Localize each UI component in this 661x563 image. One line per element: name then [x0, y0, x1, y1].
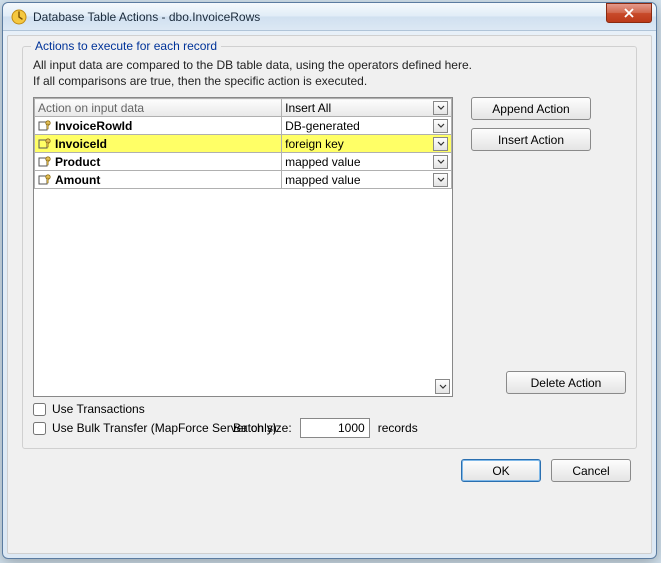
delete-action-button[interactable]: Delete Action	[506, 371, 626, 394]
chevron-down-icon	[437, 177, 445, 183]
dialog-body: Actions to execute for each record All i…	[7, 35, 652, 554]
field-value-dropdown[interactable]	[433, 173, 448, 187]
field-name: InvoiceId	[55, 137, 107, 151]
field-value-dropdown[interactable]	[433, 155, 448, 169]
field-name: InvoiceRowId	[55, 119, 132, 133]
field-name: Amount	[55, 173, 100, 187]
table-header-action[interactable]: Insert All	[282, 99, 452, 117]
dialog-window: Database Table Actions - dbo.InvoiceRows…	[2, 2, 657, 559]
cancel-button[interactable]: Cancel	[551, 459, 631, 482]
batch-size-unit: records	[378, 421, 418, 435]
groupbox-label: Actions to execute for each record	[31, 39, 221, 53]
chevron-down-icon	[437, 123, 445, 129]
use-transactions-checkbox[interactable]	[33, 403, 46, 416]
column-key-icon	[38, 137, 52, 151]
ok-button[interactable]: OK	[461, 459, 541, 482]
close-icon	[623, 8, 635, 18]
use-transactions-label: Use Transactions	[52, 402, 145, 416]
description-line-1: All input data are compared to the DB ta…	[33, 57, 626, 73]
actions-table[interactable]: Action on input data Insert All	[33, 97, 453, 397]
header-action-value: Insert All	[285, 101, 331, 115]
field-value-dropdown[interactable]	[433, 137, 448, 151]
titlebar[interactable]: Database Table Actions - dbo.InvoiceRows	[3, 3, 656, 31]
insert-action-button[interactable]: Insert Action	[471, 128, 591, 151]
action-button-stack: Append Action Insert Action	[471, 97, 591, 151]
field-name: Product	[55, 155, 100, 169]
table-row[interactable]: Product mapped value	[35, 153, 452, 171]
use-bulk-checkbox[interactable]	[33, 422, 46, 435]
chevron-down-icon	[437, 159, 445, 165]
column-key-icon	[38, 173, 52, 187]
table-row[interactable]: Amount mapped value	[35, 171, 452, 189]
field-value: mapped value	[285, 173, 360, 187]
description-text: All input data are compared to the DB ta…	[33, 57, 626, 89]
append-action-button[interactable]: Append Action	[471, 97, 591, 120]
field-value: DB-generated	[285, 119, 360, 133]
chevron-down-icon	[437, 105, 445, 111]
close-button[interactable]	[606, 3, 652, 23]
chevron-down-icon	[439, 384, 447, 390]
field-value: foreign key	[285, 137, 344, 151]
table-row[interactable]: InvoiceRowId DB-generated	[35, 117, 452, 135]
scroll-down-button[interactable]	[435, 379, 450, 394]
batch-size-input[interactable]	[300, 418, 370, 438]
table-header-field: Action on input data	[35, 99, 282, 117]
table-row[interactable]: InvoiceId foreign key	[35, 135, 452, 153]
batch-size-label: Batch size:	[233, 421, 292, 435]
window-title: Database Table Actions - dbo.InvoiceRows	[33, 10, 260, 24]
header-action-dropdown[interactable]	[433, 101, 448, 115]
dialog-footer: OK Cancel	[22, 449, 637, 484]
description-line-2: If all comparisons are true, then the sp…	[33, 73, 626, 89]
chevron-down-icon	[437, 141, 445, 147]
column-key-icon	[38, 119, 52, 133]
field-value-dropdown[interactable]	[433, 119, 448, 133]
field-value: mapped value	[285, 155, 360, 169]
column-key-icon	[38, 155, 52, 169]
app-icon	[11, 9, 27, 25]
actions-groupbox: Actions to execute for each record All i…	[22, 46, 637, 449]
